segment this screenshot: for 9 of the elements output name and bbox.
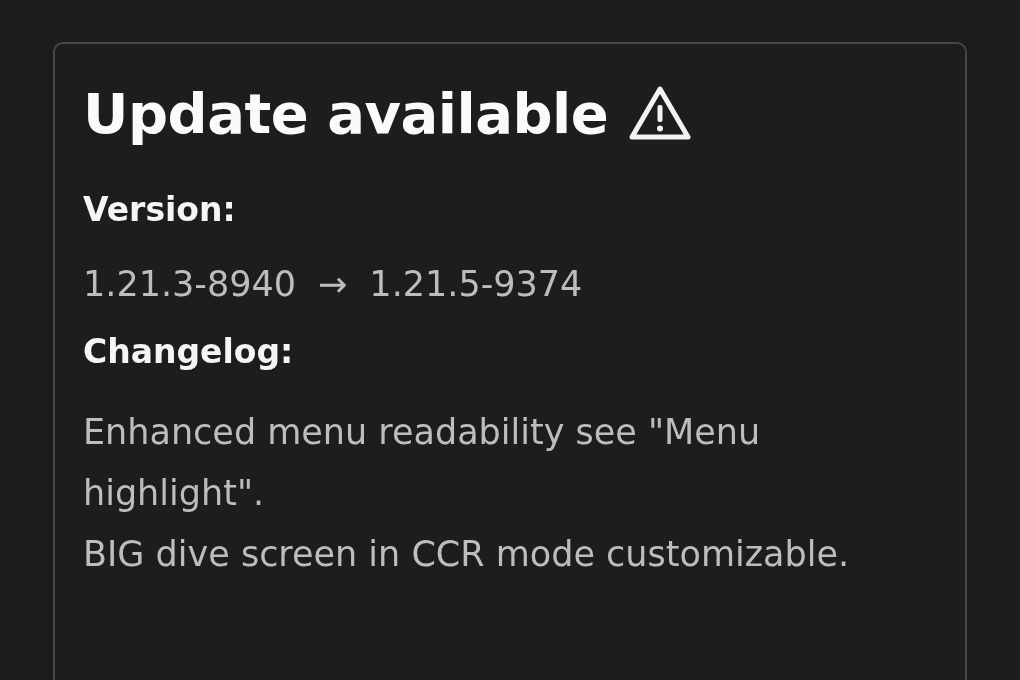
warning-icon (628, 85, 693, 141)
version-label: Version: (83, 189, 237, 231)
current-version: 1.21.3-8940 (83, 263, 297, 306)
dialog-title: Update available (83, 80, 609, 146)
changelog-entry: BIG dive screen in CCR mode customizable. (83, 533, 851, 576)
arrow-glyph: → (318, 263, 348, 306)
changelog-entry: Enhanced menu readability see "Menu highlight". (83, 411, 762, 515)
changelog-label: Changelog: (83, 331, 295, 373)
new-version: 1.21.5-9374 (369, 263, 583, 306)
